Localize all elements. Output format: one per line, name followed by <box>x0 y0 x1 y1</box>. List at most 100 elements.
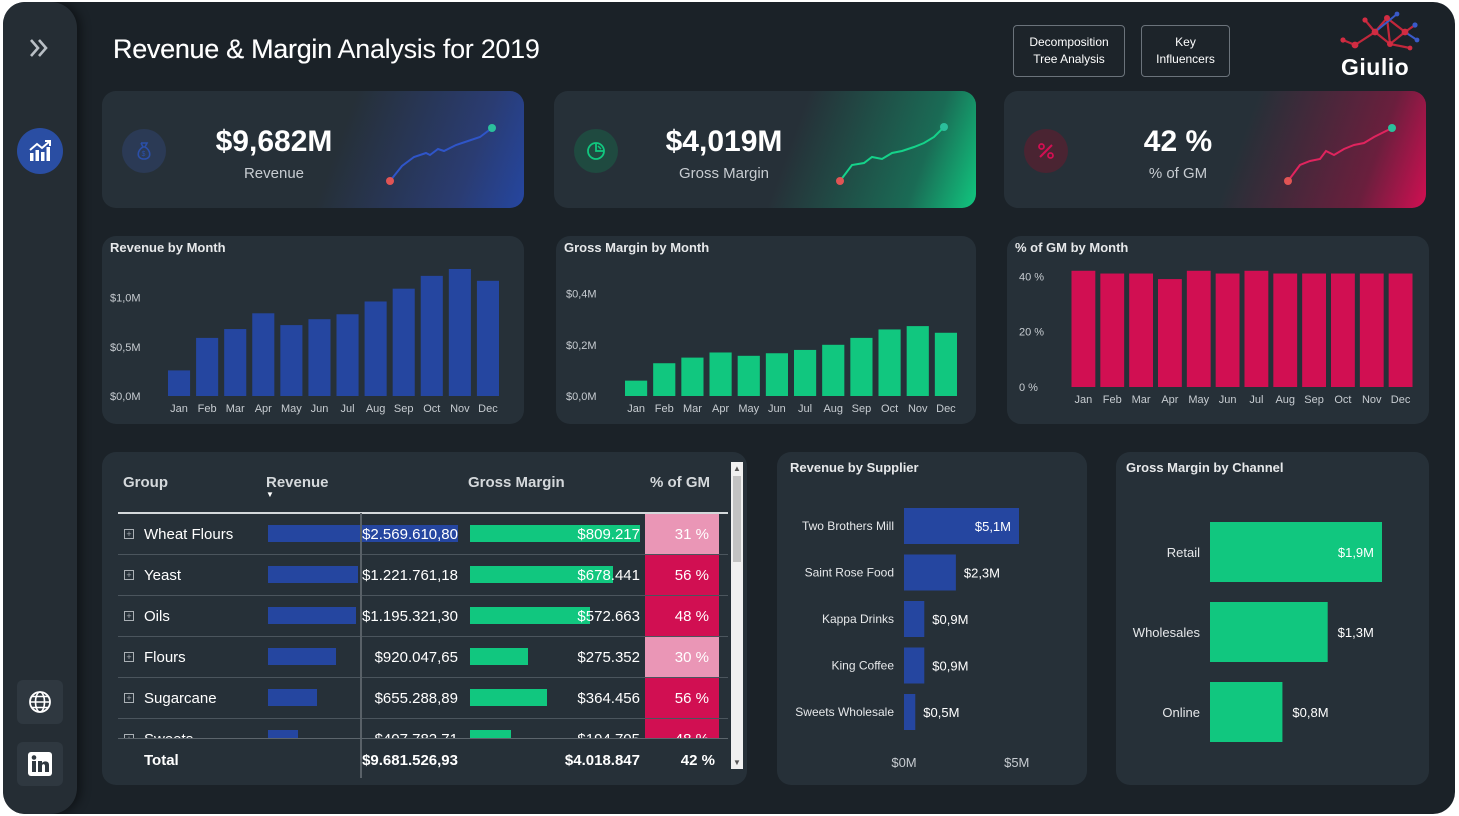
globe-icon[interactable] <box>17 680 63 724</box>
key-influencers-label-2: Influencers <box>1156 52 1215 66</box>
key-influencers-button[interactable]: Key Influencers <box>1141 25 1230 77</box>
kpi-card-pct-gm: 42 % % of GM <box>1004 91 1426 208</box>
x-tick-label: May <box>738 403 759 415</box>
bar-nov[interactable] <box>906 326 929 396</box>
table-row[interactable]: +Sweets$407.782,71$194.70548 % <box>118 719 728 738</box>
svg-text:$: $ <box>142 151 146 158</box>
supplier-value-label: $0,9M <box>932 659 968 674</box>
bar-jul[interactable] <box>1244 270 1269 387</box>
row-group-label: Flours <box>144 648 186 666</box>
double-chevron-right-icon[interactable] <box>21 30 57 66</box>
pct-gm-by-month-chart: 0 % 20 % 40 % Jan Feb Mar Apr May Jun Jul Aug Sep Oc… <box>1019 270 1413 406</box>
supplier-bar[interactable] <box>904 601 925 637</box>
bar-nov[interactable] <box>448 268 471 396</box>
table-row[interactable]: + Flours $920.047,65 $275.352 30 % <box>118 637 728 678</box>
bar-aug[interactable] <box>822 344 845 396</box>
x-tick-label: Apr <box>1161 394 1178 406</box>
kpi-label-pct-gm: % of GM <box>1148 165 1208 182</box>
bar-apr[interactable] <box>1158 279 1182 387</box>
bar-oct[interactable] <box>420 275 443 396</box>
revenue-by-supplier-chart: Two Brothers Mill $5,1M Saint Rose Food $2,… <box>795 508 1029 770</box>
bar-dec[interactable] <box>1388 273 1413 387</box>
row-margin-value: $572.663 <box>577 607 640 625</box>
gross-margin-sparkline <box>836 123 948 185</box>
x-tick-label: Aug <box>1275 394 1295 406</box>
bar-apr[interactable] <box>709 352 732 396</box>
bar-mar[interactable] <box>1129 273 1153 387</box>
bar-sep[interactable] <box>850 337 873 396</box>
decomposition-tree-button[interactable]: Decomposition Tree Analysis <box>1013 25 1125 77</box>
expand-icon[interactable]: + <box>124 570 134 580</box>
table-row[interactable]: + Wheat Flours $2.569.610,80 $809.217 31 % <box>118 514 728 555</box>
supplier-bar[interactable] <box>904 647 925 684</box>
bar-dec[interactable] <box>934 332 957 396</box>
group-table: Group Revenue ▼ Gross Margin % of GM + Wh… <box>102 452 747 785</box>
bar-jun[interactable] <box>1215 273 1240 387</box>
total-divider <box>118 738 728 739</box>
expand-icon[interactable]: + <box>124 611 134 621</box>
bar-oct[interactable] <box>878 329 901 396</box>
gross-margin-by-month-chart: $0,0M $0,2M $0,4M Jan Feb Mar Apr May Jun Jul Aug S… <box>566 289 957 415</box>
bar-sep[interactable] <box>392 288 415 396</box>
bar-may[interactable] <box>280 325 303 396</box>
bar-aug[interactable] <box>364 301 387 396</box>
linkedin-icon[interactable] <box>17 742 63 786</box>
table-scrollbar[interactable]: ▲ ▼ <box>731 462 743 769</box>
bar-mar[interactable] <box>224 329 247 396</box>
revenue-by-supplier-title: Revenue by Supplier <box>790 460 919 475</box>
supplier-label: King Coffee <box>832 659 895 673</box>
bar-may[interactable] <box>737 355 760 396</box>
y-tick-label: 20 % <box>1019 327 1044 339</box>
bar-jul[interactable] <box>794 349 817 396</box>
gross-margin-by-channel-chart: Retail $1,9M Wholesales $1,3M Online $0,8M <box>1133 522 1382 742</box>
table-row[interactable]: + Yeast $1.221.761,18 $678.441 56 % <box>118 555 728 596</box>
supplier-label: Two Brothers Mill <box>802 519 894 533</box>
bar-feb[interactable] <box>653 363 676 396</box>
x-tick-label: Sep <box>1304 394 1324 406</box>
bar-nov[interactable] <box>1359 273 1384 387</box>
bar-jun[interactable] <box>308 319 331 396</box>
bar-jul[interactable] <box>336 314 359 396</box>
scrollbar-thumb[interactable] <box>733 476 741 562</box>
x-tick-label: Jun <box>311 403 329 415</box>
bar-feb[interactable] <box>1100 273 1125 387</box>
bar-feb[interactable] <box>196 337 219 396</box>
scroll-up-icon[interactable]: ▲ <box>733 464 741 473</box>
page-title: Revenue & Margin Analysis for 2019 <box>113 34 540 64</box>
supplier-bar[interactable] <box>904 554 956 591</box>
supplier-bar[interactable] <box>904 694 916 730</box>
bar-jan[interactable] <box>168 370 191 396</box>
dashboard-frame: Revenue & Margin Analysis for 2019 Decom… <box>3 2 1455 814</box>
logo-text: Giulio <box>1341 54 1410 80</box>
table-row[interactable]: + Sugarcane $655.288,89 $364.456 56 % <box>118 678 728 719</box>
bar-oct[interactable] <box>1331 273 1355 387</box>
channel-bar[interactable] <box>1210 602 1328 662</box>
kpi-label-revenue: Revenue <box>243 165 305 182</box>
channel-bar[interactable] <box>1210 682 1283 742</box>
y-tick-label: $1,0M <box>110 293 141 305</box>
bar-may[interactable] <box>1186 270 1211 387</box>
gross-margin-by-month-card: Gross Margin by Month $0,0M $0,2M $0,4M Jan… <box>556 236 976 424</box>
expand-icon[interactable]: + <box>124 693 134 703</box>
bar-mar[interactable] <box>681 357 704 396</box>
chart-icon[interactable] <box>17 128 63 174</box>
y-tick-label: $0,2M <box>566 340 597 352</box>
x-tick-label: Jul <box>341 403 355 415</box>
x-tick-label: Aug <box>823 403 843 415</box>
bar-jan[interactable] <box>625 380 648 396</box>
bar-apr[interactable] <box>252 313 275 396</box>
bar-sep[interactable] <box>1302 273 1326 387</box>
kpi-value-gross-margin: $4,019M <box>665 125 783 158</box>
channel-label: Wholesales <box>1133 625 1201 640</box>
channel-value-label: $1,3M <box>1338 625 1374 640</box>
kpi-card-gross-margin: $4,019M Gross Margin <box>554 91 976 208</box>
bar-jun[interactable] <box>765 353 788 396</box>
expand-icon[interactable]: + <box>124 529 134 539</box>
bar-aug[interactable] <box>1273 273 1298 387</box>
bar-dec[interactable] <box>476 280 499 396</box>
bar-jan[interactable] <box>1071 270 1096 387</box>
x-tick-label: May <box>281 403 302 415</box>
table-row[interactable]: + Oils $1.195.321,30 $572.663 48 % <box>118 596 728 637</box>
expand-icon[interactable]: + <box>124 652 134 662</box>
scroll-down-icon[interactable]: ▼ <box>733 758 741 767</box>
